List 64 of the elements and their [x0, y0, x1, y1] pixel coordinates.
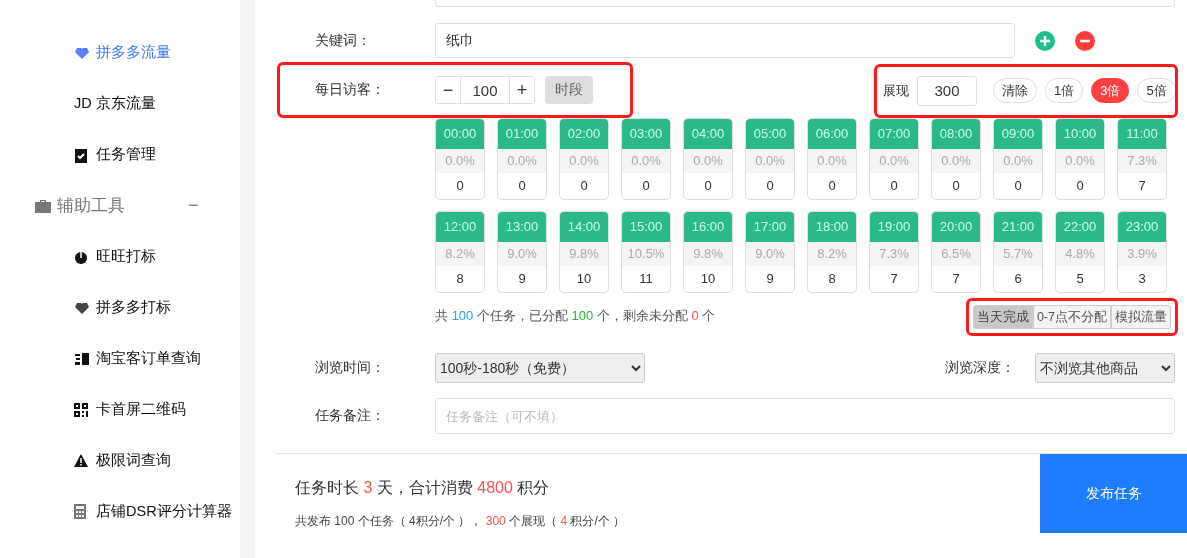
hour-card[interactable]: 21:00 5.7% 6 [993, 211, 1043, 293]
sidebar-item[interactable]: 旺旺打标 [0, 231, 240, 282]
duration-summary: 任务时长 3 天，合计消费 4800 积分 [295, 478, 551, 498]
briefcase-icon [35, 198, 51, 213]
remove-icon[interactable] [1075, 30, 1095, 51]
input-field[interactable] [435, 0, 1175, 7]
impressions-field[interactable]: 300 [917, 75, 977, 106]
sidebar-group-header[interactable]: 辅助工具 − [0, 180, 240, 231]
allocation-summary: 共 100 个任务，已分配 100 个，剩余未分配 0 个 [435, 307, 716, 325]
hour-card[interactable]: 10:00 0.0% 0 [1055, 118, 1105, 200]
sidebar-item[interactable]: 拼多多打标 [0, 282, 240, 333]
hour-card[interactable]: 11:00 7.3% 7 [1117, 118, 1167, 200]
hour-card[interactable]: 15:00 10.5% 11 [621, 211, 671, 293]
multiplier-button[interactable]: 5倍 [1137, 78, 1176, 103]
sidebar-item-icon [74, 300, 92, 315]
publish-button[interactable]: 发布任务 [1040, 454, 1187, 533]
field-label: 任务备注： [314, 407, 386, 425]
cost-detail: 共发布 100 个任务（ 4积分/个 ）， 300 个展现（ 4 积分/个 ） [295, 513, 626, 530]
sidebar-item[interactable]: 任务管理 [0, 129, 240, 180]
add-icon[interactable] [1035, 30, 1055, 51]
hour-card[interactable]: 22:00 4.8% 5 [1055, 211, 1105, 293]
sidebar-item[interactable]: 拼多多流量 [0, 27, 240, 78]
hour-card[interactable]: 07:00 0.0% 0 [869, 118, 919, 200]
hour-card[interactable]: 18:00 8.2% 8 [807, 211, 857, 293]
sidebar-item[interactable]: 卡首屏二维码 [0, 384, 240, 435]
visitor-stepper[interactable]: − 100 + [435, 76, 535, 104]
browse-time-select[interactable]: 100秒-180秒（免费） [435, 353, 645, 383]
keyword-field[interactable]: 纸巾 [435, 23, 1015, 58]
hour-card[interactable]: 20:00 6.5% 7 [931, 211, 981, 293]
hour-card[interactable]: 19:00 7.3% 7 [869, 211, 919, 293]
field-label: 浏览深度： [945, 359, 1015, 377]
browse-depth-select[interactable]: 不浏览其他商品 [1035, 353, 1175, 383]
impressions-label: 展现 [883, 81, 909, 100]
mode-button[interactable]: 0-7点不分配 [1032, 305, 1111, 329]
remark-field[interactable]: 任务备注（可不填） [435, 398, 1175, 434]
hour-card[interactable]: 08:00 0.0% 0 [931, 118, 981, 200]
hour-card[interactable]: 12:00 8.2% 8 [435, 211, 485, 293]
mode-button[interactable]: 模拟流量 [1111, 305, 1171, 329]
multiplier-button[interactable]: 清除 [993, 78, 1037, 103]
field-label: 浏览时间： [314, 359, 386, 377]
hour-card[interactable]: 17:00 9.0% 9 [745, 211, 795, 293]
hour-card[interactable]: 14:00 9.8% 10 [559, 211, 609, 293]
field-label: 关键词： [314, 31, 372, 50]
hour-card[interactable]: 05:00 0.0% 0 [745, 118, 795, 200]
sidebar-item[interactable]: JD 京东流量 [0, 78, 240, 129]
sidebar-item[interactable]: 极限词查询 [0, 435, 240, 486]
sidebar-item[interactable]: 淘宝客订单查询 [0, 333, 240, 384]
hour-card[interactable]: 23:00 3.9% 3 [1117, 211, 1167, 293]
field-label: 每日访客： [314, 81, 386, 99]
hour-card[interactable]: 00:00 0.0% 0 [435, 118, 485, 200]
hour-card[interactable]: 13:00 9.0% 9 [497, 211, 547, 293]
hour-card[interactable]: 01:00 0.0% 0 [497, 118, 547, 200]
sidebar-item-icon [74, 45, 92, 60]
mode-button[interactable]: 当天完成 [972, 305, 1033, 329]
hour-card[interactable]: 06:00 0.0% 0 [807, 118, 857, 200]
period-button[interactable]: 时段 [545, 76, 593, 104]
hour-card[interactable]: 16:00 9.8% 10 [683, 211, 733, 293]
sidebar-item-icon [74, 351, 92, 366]
sidebar-item[interactable]: 店铺DSR评分计算器 [0, 486, 240, 537]
hour-card[interactable]: 03:00 0.0% 0 [621, 118, 671, 200]
hour-card[interactable]: 02:00 0.0% 0 [559, 118, 609, 200]
multiplier-button[interactable]: 1倍 [1045, 78, 1084, 103]
hour-card[interactable]: 04:00 0.0% 0 [683, 118, 733, 200]
hour-card[interactable]: 09:00 0.0% 0 [993, 118, 1043, 200]
